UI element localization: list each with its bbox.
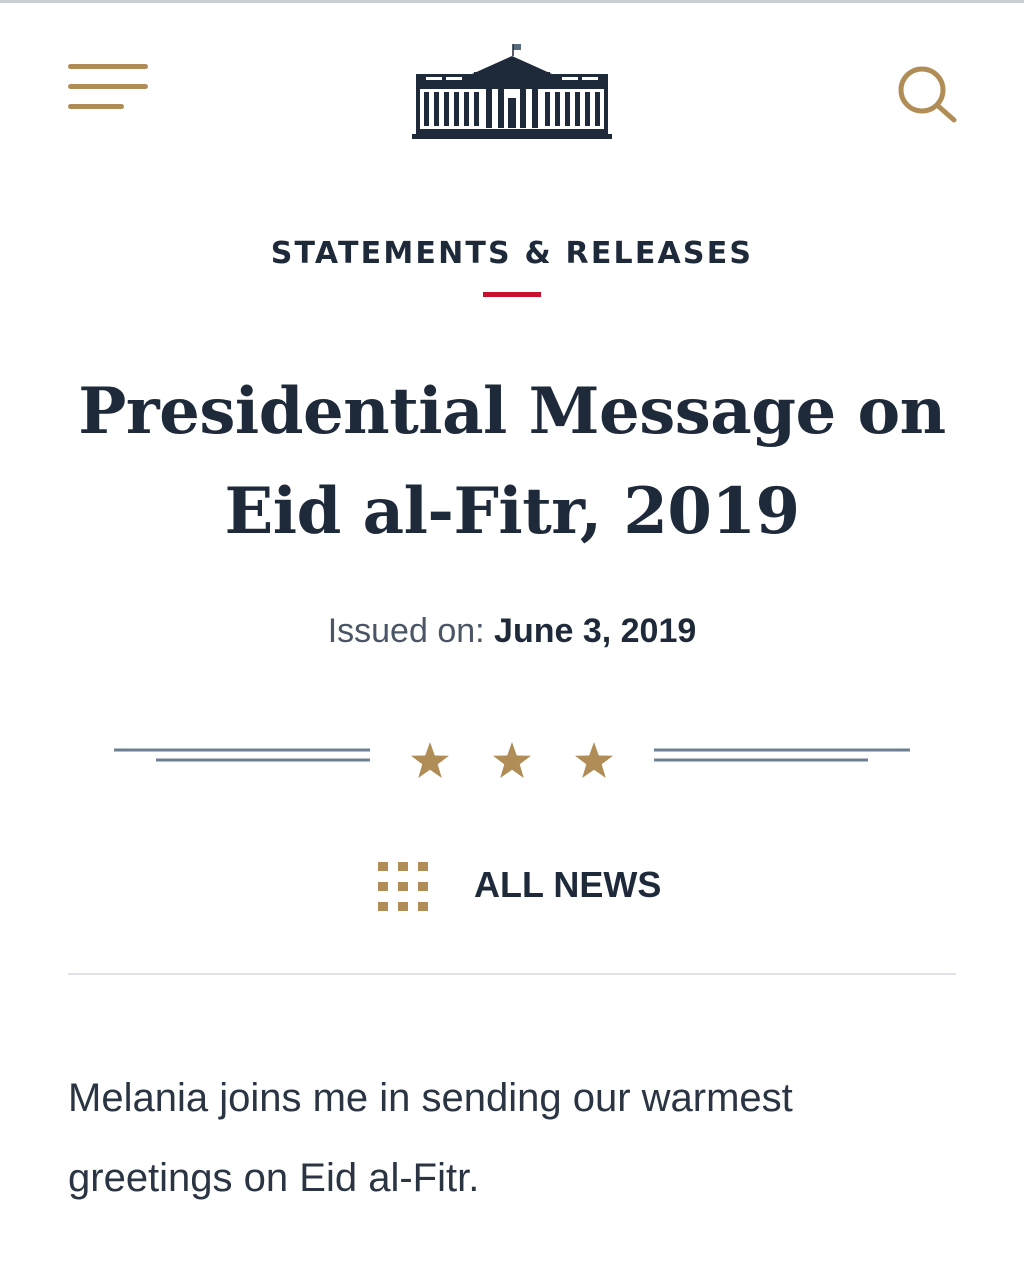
title-line-1: Presidential Message on bbox=[78, 374, 946, 449]
all-news-label: ALL NEWS bbox=[474, 864, 662, 905]
star-icon bbox=[411, 742, 613, 778]
issued-prefix: Issued on: bbox=[327, 612, 485, 650]
three-stars-divider bbox=[112, 734, 912, 784]
issued-date-line: Issued on: June 3, 2019 bbox=[0, 612, 1024, 651]
white-house-logo[interactable] bbox=[412, 42, 612, 140]
top-border bbox=[0, 0, 1024, 3]
search-icon bbox=[898, 66, 957, 123]
page-title: Presidential Message on Eid al-Fitr, 201… bbox=[40, 362, 984, 562]
all-news-link[interactable]: ALL NEWS bbox=[376, 858, 666, 916]
title-line-2: Eid al-Fitr, 2019 bbox=[224, 474, 800, 549]
menu-button[interactable] bbox=[66, 62, 152, 114]
article-body-paragraph: Melania joins me in sending our warmest … bbox=[68, 1076, 793, 1200]
section-underline bbox=[483, 292, 541, 297]
grid-icon bbox=[378, 862, 428, 911]
section-label[interactable]: STATEMENTS & RELEASES bbox=[0, 236, 1024, 271]
content-separator bbox=[68, 973, 956, 975]
search-button[interactable] bbox=[894, 62, 960, 124]
issued-date: June 3, 2019 bbox=[494, 612, 697, 650]
